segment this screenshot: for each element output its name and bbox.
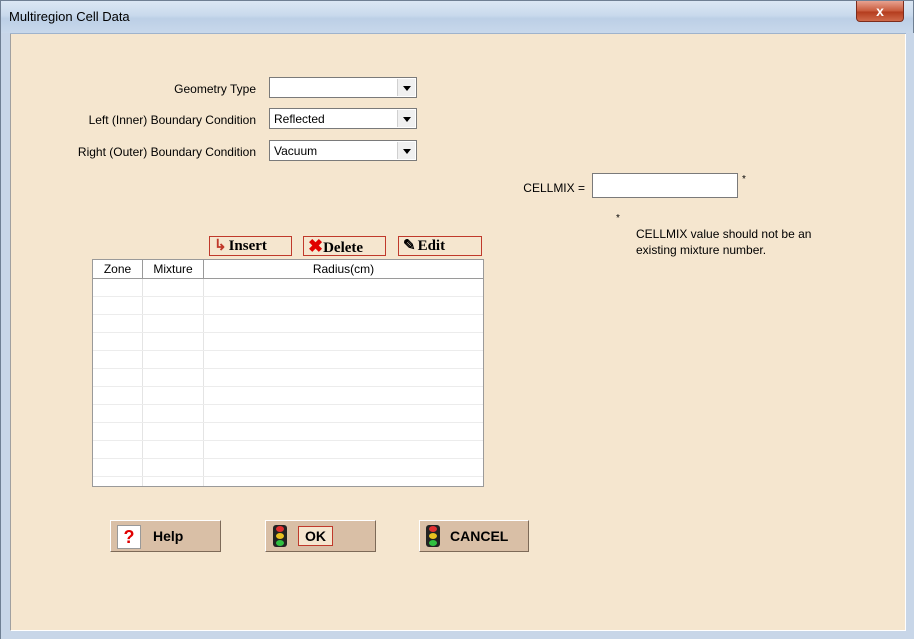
chevron-down-icon[interactable] [397, 142, 415, 159]
chevron-down-icon[interactable] [397, 110, 415, 127]
left-boundary-value: Reflected [274, 112, 325, 126]
dialog-window: Multiregion Cell Data x Geometry Type Le… [0, 0, 914, 639]
table-row[interactable] [93, 369, 483, 387]
column-header-zone[interactable]: Zone [93, 260, 143, 278]
table-row[interactable] [93, 297, 483, 315]
close-button[interactable]: x [856, 1, 904, 22]
note-line-2: existing mixture number. [636, 243, 767, 257]
question-mark-icon: ? [117, 525, 141, 549]
traffic-light-icon [273, 525, 287, 547]
right-boundary-value: Vacuum [274, 144, 318, 158]
cellmix-label: CELLMIX = [523, 181, 585, 195]
table-row[interactable] [93, 315, 483, 333]
help-button[interactable]: ? Help [110, 520, 221, 552]
column-header-radius[interactable]: Radius(cm) [204, 260, 483, 278]
table-row[interactable] [93, 423, 483, 441]
frame-right [906, 33, 914, 639]
ok-button[interactable]: OK [265, 520, 376, 552]
frame-left [1, 33, 10, 639]
close-icon: x [876, 3, 884, 19]
delete-label: Delete [323, 240, 364, 256]
table-header: Zone Mixture Radius(cm) [93, 260, 483, 279]
delete-button[interactable]: ✖Delete [303, 236, 386, 256]
table-row[interactable] [93, 279, 483, 297]
ok-label: OK [298, 526, 333, 546]
zones-table[interactable]: Zone Mixture Radius(cm) [92, 259, 484, 487]
title-bar[interactable]: Multiregion Cell Data x [1, 1, 913, 34]
right-boundary-label: Right (Outer) Boundary Condition [77, 145, 256, 159]
insert-label: Insert [228, 238, 267, 254]
left-boundary-label: Left (Inner) Boundary Condition [88, 113, 256, 127]
edit-pencil-icon: ✎ [403, 238, 416, 254]
insert-arrow-icon: ↳ [214, 238, 227, 254]
chevron-down-icon[interactable] [397, 79, 415, 96]
edit-button[interactable]: ✎ Edit [398, 236, 482, 256]
edit-label: Edit [417, 238, 446, 254]
cancel-button[interactable]: CANCEL [419, 520, 529, 552]
help-label: Help [153, 528, 184, 544]
window-title: Multiregion Cell Data [9, 9, 130, 24]
delete-x-icon: ✖ [308, 236, 324, 256]
column-header-mixture[interactable]: Mixture [143, 260, 204, 278]
cellmix-asterisk: * [742, 174, 746, 185]
note-asterisk: * [616, 213, 620, 224]
table-row[interactable] [93, 459, 483, 477]
table-row[interactable] [93, 441, 483, 459]
frame-bottom [1, 631, 914, 639]
table-row[interactable] [93, 405, 483, 423]
traffic-light-icon [426, 525, 440, 547]
insert-button[interactable]: ↳ Insert [209, 236, 292, 256]
left-boundary-select[interactable]: Reflected [269, 108, 417, 129]
geometry-type-select[interactable] [269, 77, 417, 98]
right-boundary-select[interactable]: Vacuum [269, 140, 417, 161]
note-line-1: CELLMIX value should not be an [636, 227, 812, 241]
table-row[interactable] [93, 351, 483, 369]
table-row[interactable] [93, 333, 483, 351]
cellmix-input[interactable] [592, 173, 738, 198]
geometry-type-label: Geometry Type [174, 82, 256, 96]
cancel-label: CANCEL [450, 528, 509, 544]
table-row[interactable] [93, 387, 483, 405]
